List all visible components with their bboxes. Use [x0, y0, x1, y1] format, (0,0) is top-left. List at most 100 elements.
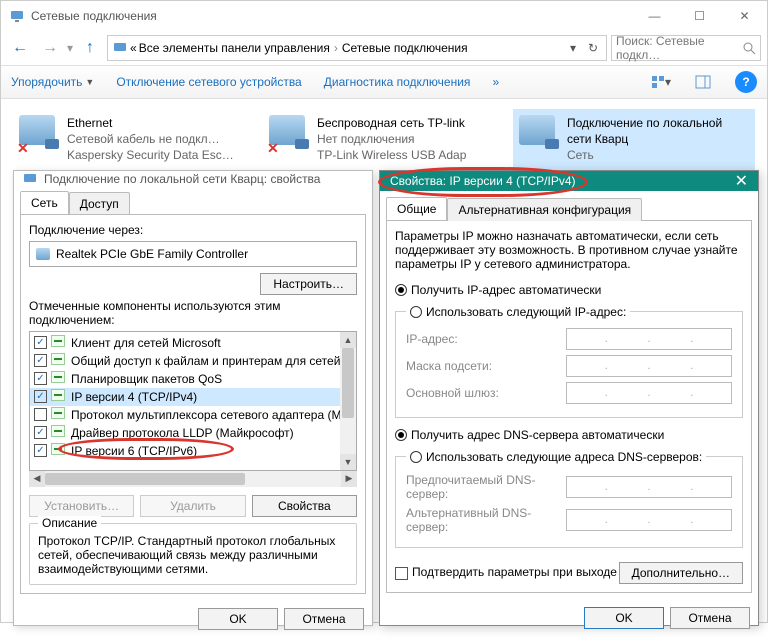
dns2-input[interactable]: ...	[566, 509, 732, 531]
tab-general[interactable]: Общие	[386, 197, 447, 220]
maximize-button[interactable]: ☐	[677, 1, 722, 31]
tab-network[interactable]: Сеть	[20, 191, 69, 214]
dns2-label: Альтернативный DNS-сервер:	[406, 506, 566, 534]
refresh-button[interactable]: ↻	[584, 41, 602, 55]
component-checkbox[interactable]: ✓	[34, 354, 47, 367]
vertical-scrollbar[interactable]: ▲▼	[340, 332, 356, 470]
description-group: Описание Протокол TCP/IP. Стандартный пр…	[29, 523, 357, 585]
component-row[interactable]: ✓ Общий доступ к файлам и принтерам для с…	[30, 352, 356, 370]
advanced-button[interactable]: Дополнительно…	[619, 562, 743, 584]
command-bar: Упорядочить▼ Отключение сетевого устройс…	[1, 65, 767, 99]
connection-item-kvarc[interactable]: Подключение по локальной сети Кварц Сеть	[513, 109, 755, 170]
close-button[interactable]: ✕	[722, 1, 767, 31]
disconnected-icon: ✕	[17, 140, 29, 157]
search-placeholder: Поиск: Сетевые подкл…	[616, 34, 738, 62]
protocol-icon	[51, 407, 65, 419]
horizontal-scrollbar[interactable]: ◀▶	[29, 471, 357, 487]
radio-auto-dns[interactable]: Получить адрес DNS-сервера автоматически	[395, 428, 743, 442]
component-label: Планировщик пакетов QoS	[71, 372, 222, 386]
breadcrumb[interactable]: « Все элементы панели управления › Сетев…	[107, 35, 607, 61]
connection-properties-dialog: Подключение по локальной сети Кварц: сво…	[13, 170, 373, 626]
component-label: Общий доступ к файлам и принтерам для се…	[71, 354, 356, 368]
properties-button[interactable]: Свойства	[252, 495, 357, 517]
manual-ip-group: Использовать следующий IP-адрес: IP-адре…	[395, 305, 743, 418]
connection-name: Беспроводная сеть TP-link	[317, 115, 466, 131]
close-button[interactable]: ✕	[735, 171, 748, 191]
component-checkbox[interactable]	[34, 408, 47, 421]
component-row[interactable]: Протокол мультиплексора сетевого адаптер…	[30, 406, 356, 424]
cancel-button[interactable]: Отмена	[284, 608, 364, 630]
network-adapter-icon	[519, 115, 555, 145]
search-icon	[742, 41, 756, 55]
view-options-button[interactable]: ▾	[651, 72, 671, 92]
connection-status: Сетевой кабель не подкл…	[67, 131, 234, 147]
protocol-icon	[51, 425, 65, 437]
ok-button[interactable]: OK	[584, 607, 664, 629]
protocol-icon	[51, 371, 65, 383]
confirm-checkbox[interactable]: Подтвердить параметры при выходе	[395, 565, 617, 579]
connection-status: Сеть	[567, 147, 749, 163]
adapter-name: Realtek PCIe GbE Family Controller	[56, 247, 248, 261]
control-panel-icon	[112, 40, 128, 56]
remove-button[interactable]: Удалить	[140, 495, 245, 517]
install-button[interactable]: Установить…	[29, 495, 134, 517]
manual-dns-group: Использовать следующие адреса DNS-сервер…	[395, 450, 743, 548]
diagnose-button[interactable]: Диагностика подключения	[324, 75, 471, 89]
preview-pane-button[interactable]	[693, 72, 713, 92]
window-title: Сетевые подключения	[31, 9, 157, 23]
radio-auto-ip[interactable]: Получить IP-адрес автоматически	[395, 283, 743, 297]
dialog-title: Подключение по локальной сети Кварц: сво…	[44, 172, 320, 186]
radio-manual-dns[interactable]	[410, 451, 422, 463]
nav-back-button[interactable]: ←	[7, 35, 33, 61]
dns1-input[interactable]: ...	[566, 476, 732, 498]
app-icon	[9, 8, 25, 24]
tab-access[interactable]: Доступ	[69, 192, 130, 215]
component-label: Драйвер протокола LLDP (Майкрософт)	[71, 426, 294, 440]
component-checkbox[interactable]: ✓	[34, 390, 47, 403]
nav-forward-button[interactable]: →	[37, 35, 63, 61]
tab-alternate[interactable]: Альтернативная конфигурация	[447, 198, 642, 221]
connection-name: Ethernet	[67, 115, 234, 131]
gateway-input[interactable]: ...	[566, 382, 732, 404]
breadcrumb-dropdown[interactable]: ▾	[564, 41, 582, 55]
breadcrumb-item[interactable]: Все элементы панели управления	[139, 41, 330, 55]
address-bar: ← → ▾ ↑ « Все элементы панели управления…	[1, 31, 767, 65]
ip-input[interactable]: ...	[566, 328, 732, 350]
breadcrumb-item[interactable]: Сетевые подключения	[342, 41, 468, 55]
connection-item-ethernet[interactable]: ✕ Ethernet Сетевой кабель не подкл… Kasp…	[13, 109, 255, 170]
component-row[interactable]: ✓IP версии 4 (TCP/IPv4)	[30, 388, 356, 406]
component-checkbox[interactable]: ✓	[34, 426, 47, 439]
component-label: Протокол мультиплексора сетевого адаптер…	[71, 408, 348, 422]
component-row[interactable]: ✓ Планировщик пакетов QoS	[30, 370, 356, 388]
component-row[interactable]: ✓Клиент для сетей Microsoft	[30, 334, 356, 352]
more-commands[interactable]: »	[492, 75, 499, 89]
organize-menu[interactable]: Упорядочить▼	[11, 75, 94, 89]
disable-device-button[interactable]: Отключение сетевого устройства	[116, 75, 301, 89]
component-checkbox[interactable]: ✓	[34, 444, 47, 457]
adapter-icon	[36, 248, 50, 260]
cancel-button[interactable]: Отмена	[670, 607, 750, 629]
component-label: IP версии 6 (TCP/IPv6)	[71, 444, 197, 458]
nav-up-button[interactable]: ↑	[77, 35, 103, 61]
component-row[interactable]: ✓ IP версии 6 (TCP/IPv6)	[30, 442, 356, 460]
description-legend: Описание	[38, 516, 101, 530]
help-button[interactable]: ?	[735, 71, 757, 93]
component-checkbox[interactable]: ✓	[34, 336, 47, 349]
protocol-icon	[51, 353, 65, 365]
breadcrumb-root[interactable]: «	[130, 41, 137, 55]
search-input[interactable]: Поиск: Сетевые подкл…	[611, 35, 761, 61]
dialogs-area: Подключение по локальной сети Кварц: сво…	[1, 170, 767, 622]
ok-button[interactable]: OK	[198, 608, 278, 630]
adapter-field: Realtek PCIe GbE Family Controller	[29, 241, 357, 267]
connection-item-wifi[interactable]: ✕ Беспроводная сеть TP-link Нет подключе…	[263, 109, 505, 170]
properties-icon	[22, 171, 38, 187]
radio-manual-ip[interactable]	[410, 306, 422, 318]
ipv4-properties-dialog: Свойства: IP версии 4 (TCP/IPv4) ✕ Общие…	[379, 170, 759, 626]
component-checkbox[interactable]: ✓	[34, 372, 47, 385]
mask-input[interactable]: ...	[566, 355, 732, 377]
configure-button[interactable]: Настроить…	[260, 273, 357, 295]
mask-label: Маска подсети:	[406, 359, 566, 373]
minimize-button[interactable]: —	[632, 1, 677, 31]
dns1-label: Предпочитаемый DNS-сервер:	[406, 473, 566, 501]
component-row[interactable]: ✓ Драйвер протокола LLDP (Майкрософт)	[30, 424, 356, 442]
